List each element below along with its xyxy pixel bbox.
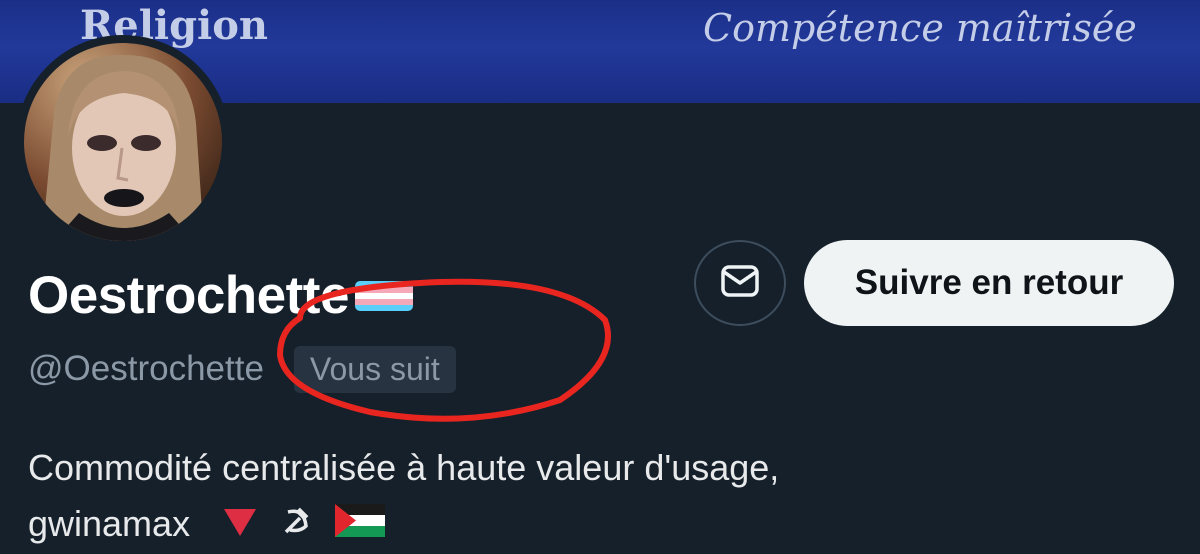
transgender-flag-icon [353, 279, 415, 318]
banner-text-right: Compétence maîtrisée [703, 6, 1137, 50]
message-button[interactable] [694, 240, 786, 326]
bio: Commodité centralisée à haute valeur d'u… [28, 440, 1178, 554]
bio-line-1: Commodité centralisée à haute valeur d'u… [28, 447, 780, 488]
display-name: Oestrochette [28, 265, 349, 325]
follow-back-button[interactable]: Suivre en retour [804, 240, 1174, 326]
bio-text-2: gwinamax [28, 503, 191, 544]
palestine-flag-icon [334, 498, 386, 554]
hammer-sickle-icon [278, 498, 314, 554]
envelope-icon [720, 264, 760, 303]
handle: @Oestrochette [28, 349, 264, 388]
red-triangle-down-icon [222, 498, 258, 554]
display-name-row: Oestrochette [28, 260, 415, 330]
follows-you-badge: Vous suit [293, 345, 456, 393]
handle-row: @Oestrochette Vous suit [28, 345, 456, 393]
avatar[interactable] [16, 35, 230, 249]
bio-line-2: gwinamax [28, 496, 1178, 554]
